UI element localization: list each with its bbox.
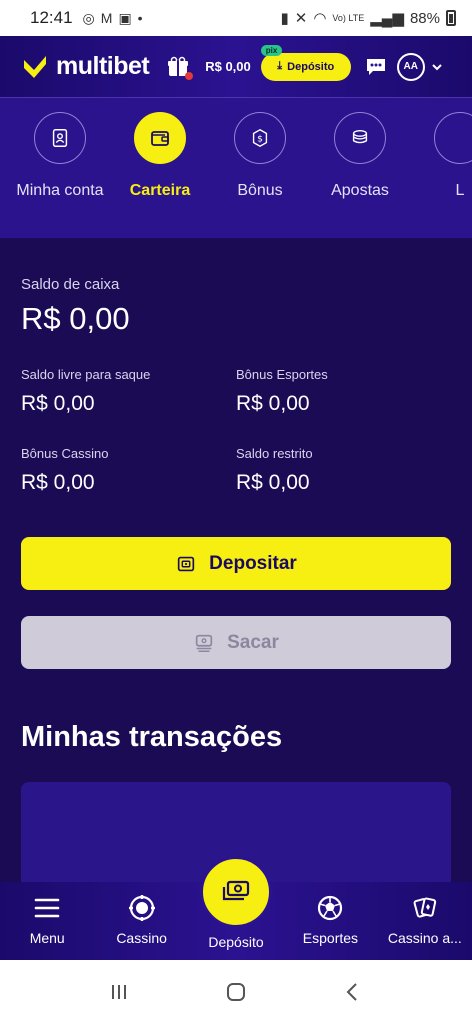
- balance-item: Saldo restrito R$ 0,00: [236, 446, 451, 495]
- balance-value: R$ 0,00: [236, 392, 310, 415]
- tab-partial[interactable]: L: [410, 98, 472, 238]
- wallet-icon: [134, 112, 186, 164]
- wallet-section: Saldo de caixa R$ 0,00 Saldo livre para …: [0, 238, 472, 882]
- deposit-icon: [178, 556, 195, 571]
- download-icon: ⤓: [277, 60, 283, 72]
- app-header: multibet R$ 0,00 pix ⤓ Depósito AA: [0, 36, 472, 98]
- tab-label: Apostas: [331, 182, 389, 199]
- recent-apps-icon[interactable]: [107, 980, 131, 1004]
- nav-label: Cassino a...: [387, 930, 462, 946]
- tab-bonus[interactable]: $ Bônus: [210, 98, 310, 238]
- hamburger-icon: [34, 898, 60, 918]
- balance-label: Bônus Cassino: [21, 446, 109, 461]
- tab-label: Carteira: [129, 182, 191, 199]
- transactions-title: Minhas transações: [21, 721, 283, 753]
- tab-carteira[interactable]: Carteira: [110, 98, 210, 238]
- money-icon: [222, 880, 250, 901]
- depositar-label: Depositar: [209, 552, 297, 574]
- svg-text:$: $: [257, 134, 263, 145]
- depositar-button[interactable]: Depositar: [21, 537, 451, 590]
- android-nav-bar: [0, 960, 472, 1024]
- notification-icons: ◎ M ▣ •: [83, 10, 143, 27]
- nav-cassino-ao-vivo[interactable]: Cassino a...: [378, 882, 472, 960]
- battery-percent: 88%: [409, 9, 440, 27]
- balance-item: Bônus Cassino R$ 0,00: [21, 446, 236, 495]
- brand-logo[interactable]: multibet: [20, 52, 150, 82]
- avatar[interactable]: AA: [396, 52, 425, 81]
- nav-label: Esportes: [302, 930, 359, 946]
- tab-minha-conta[interactable]: Minha conta: [10, 98, 110, 238]
- chevron-down-icon[interactable]: [431, 61, 443, 73]
- tab-label: Bônus: [237, 182, 283, 199]
- nav-deposito[interactable]: Depósito: [189, 856, 283, 960]
- withdraw-icon: [195, 634, 213, 652]
- dot-icon: •: [137, 10, 143, 26]
- tab-label: L: [455, 182, 465, 199]
- id-card-icon: [34, 112, 86, 164]
- header-deposit-button[interactable]: pix ⤓ Depósito: [260, 44, 351, 81]
- sim-icon: ▮: [280, 10, 289, 27]
- multibet-logo-icon: [24, 55, 46, 78]
- account-tabs: Minha conta Carteira $ Bônus Apostas L: [0, 98, 472, 238]
- whatsapp-icon: ◎: [82, 9, 95, 26]
- balance-item: Saldo livre para saque R$ 0,00: [21, 367, 236, 416]
- dollar-coin-icon: $: [234, 112, 286, 164]
- brand-name: multibet: [56, 52, 150, 80]
- saldo-value: R$ 0,00: [21, 301, 130, 336]
- nav-cassino[interactable]: Cassino: [94, 882, 188, 960]
- header-balance: R$ 0,00: [205, 59, 251, 74]
- system-icons: ▮ ✕ ◠ Vo) LTE ▂▄▆ 88%: [280, 9, 456, 27]
- bottom-nav: Menu Cassino Depósito Esportes Cassino a…: [0, 856, 472, 960]
- tab-apostas[interactable]: Apostas: [310, 98, 410, 238]
- partial-icon: [434, 112, 472, 164]
- balance-grid: Saldo livre para saque R$ 0,00 Bônus Esp…: [21, 367, 451, 495]
- header-deposit-label: Depósito: [287, 60, 335, 73]
- wifi-icon: ◠: [313, 10, 327, 27]
- saldo-label: Saldo de caixa: [21, 276, 120, 293]
- sacar-button[interactable]: Sacar: [21, 616, 451, 669]
- signal-icon: ▂▄▆: [370, 10, 404, 27]
- casino-chip-icon: [128, 895, 155, 921]
- gmail-icon: M: [100, 10, 113, 26]
- network-label: Vo) LTE: [332, 12, 365, 23]
- battery-icon: [446, 10, 456, 26]
- cards-icon: [413, 897, 436, 918]
- balance-label: Bônus Esportes: [236, 367, 328, 382]
- notification-dot: [185, 71, 194, 80]
- nav-label: Cassino: [116, 930, 167, 946]
- nav-label: Depósito: [208, 934, 264, 950]
- back-icon[interactable]: [341, 980, 365, 1004]
- balance-value: R$ 0,00: [21, 471, 95, 494]
- gift-icon[interactable]: [167, 56, 194, 80]
- sacar-label: Sacar: [227, 631, 279, 653]
- balance-value: R$ 0,00: [21, 392, 95, 415]
- status-time: 12:41: [30, 8, 73, 27]
- balance-label: Saldo livre para saque: [21, 367, 151, 382]
- chips-stack-icon: [334, 112, 386, 164]
- balance-item: Bônus Esportes R$ 0,00: [236, 367, 451, 416]
- status-bar: 12:41 ◎ M ▣ • ▮ ✕ ◠ Vo) LTE ▂▄▆ 88%: [0, 0, 472, 36]
- soccer-ball-icon: [318, 895, 343, 921]
- balance-value: R$ 0,00: [236, 471, 310, 494]
- pix-badge: pix: [260, 44, 283, 56]
- mute-icon: ✕: [294, 10, 308, 27]
- home-icon[interactable]: [224, 980, 248, 1004]
- nav-esportes[interactable]: Esportes: [283, 882, 377, 960]
- balance-label: Saldo restrito: [236, 446, 313, 461]
- nav-menu[interactable]: Menu: [0, 882, 94, 960]
- tab-label: Minha conta: [16, 182, 104, 199]
- nav-label: Menu: [29, 930, 65, 946]
- deposit-fab[interactable]: [200, 856, 273, 928]
- gallery-icon: ▣: [118, 9, 132, 26]
- chat-icon[interactable]: [365, 57, 387, 77]
